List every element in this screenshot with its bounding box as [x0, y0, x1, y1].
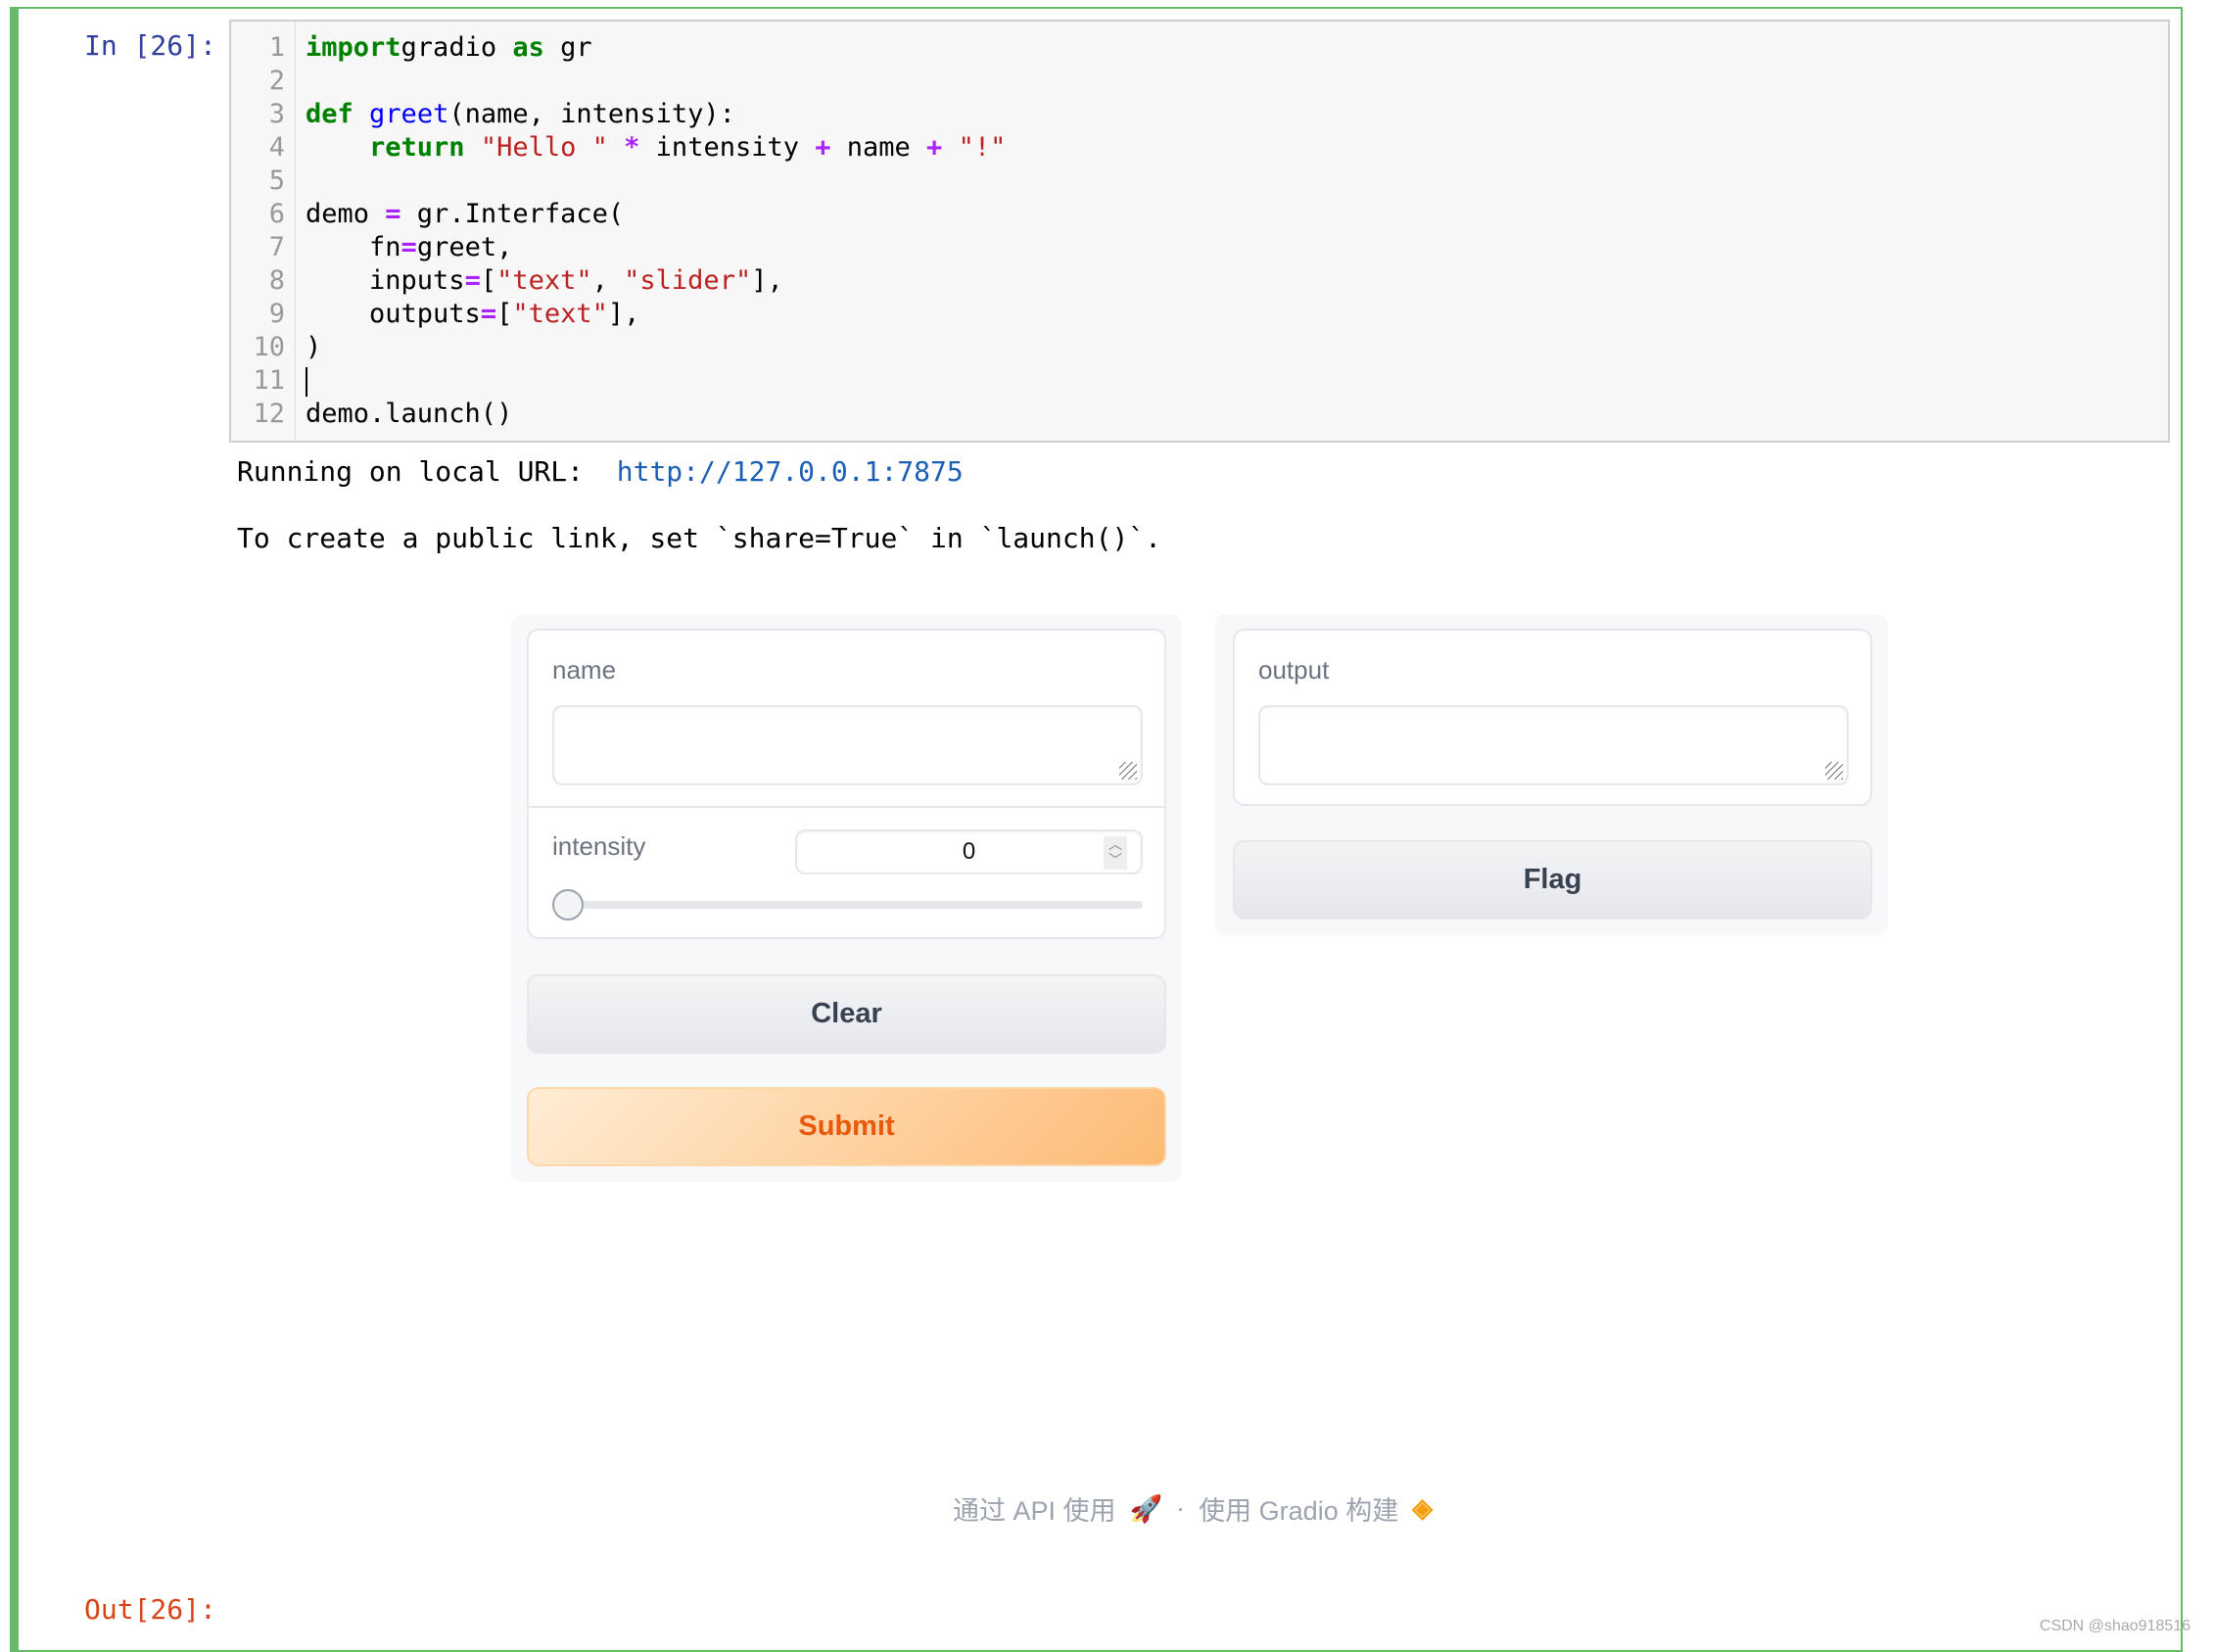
resize-handle-icon[interactable] — [1119, 762, 1137, 779]
resize-handle-icon[interactable] — [1825, 762, 1843, 779]
line-number-gutter: 1 2 3 4 5 6 7 8 9 10 11 12 — [231, 22, 296, 441]
divider — [529, 806, 1164, 808]
code-line: outputs=["text"], — [306, 299, 640, 329]
code-line — [306, 364, 307, 398]
code-line: demo.launch() — [306, 399, 513, 429]
code-line: importgradio as gr — [306, 32, 592, 63]
line-number: 5 — [268, 165, 285, 196]
output-url-label: Running on local URL: — [237, 455, 617, 488]
gradio-logo-icon: ◈ — [1412, 1493, 1433, 1523]
line-number: 9 — [268, 299, 285, 329]
line-number: 1 — [268, 32, 285, 63]
line-number: 12 — [253, 399, 285, 429]
flag-button[interactable]: Flag — [1233, 840, 1872, 920]
line-number: 8 — [268, 265, 285, 296]
intensity-label: intensity — [552, 831, 646, 861]
spinner-arrows-icon[interactable]: ︿ ﹀ — [1104, 836, 1127, 870]
code-line: fn=greet, — [306, 232, 513, 262]
footer-separator: · — [1176, 1493, 1186, 1523]
line-number: 2 — [268, 66, 285, 96]
watermark: CSDN @shao918516 — [2039, 1618, 2190, 1634]
clear-button[interactable]: Clear — [527, 974, 1166, 1054]
gradio-footer: 通过 API 使用 🚀 · 使用 Gradio 构建 ◈ — [0, 1489, 2214, 1528]
inputs-block: name intensity 0 ︿ ﹀ — [527, 629, 1166, 939]
line-number: 11 — [253, 365, 285, 396]
share-hint: To create a public link, set `share=True… — [237, 522, 1162, 554]
slider-thumb[interactable] — [552, 889, 584, 920]
intensity-value: 0 — [962, 838, 976, 865]
output-prompt: Out[26]: — [84, 1593, 216, 1626]
output-textarea[interactable] — [1258, 705, 1849, 785]
submit-button[interactable]: Submit — [527, 1087, 1166, 1166]
local-url-link[interactable]: http://127.0.0.1:7875 — [617, 455, 964, 488]
line-number: 4 — [268, 132, 285, 163]
name-textarea[interactable] — [552, 705, 1143, 785]
output-block: output — [1233, 629, 1872, 806]
code-line: inputs=["text", "slider"], — [306, 265, 783, 296]
line-number: 3 — [268, 99, 285, 129]
code-line: ) — [306, 332, 322, 362]
text-cursor — [306, 366, 307, 397]
rocket-icon: 🚀 — [1129, 1493, 1163, 1524]
output-label: output — [1258, 655, 1330, 684]
intensity-slider[interactable] — [552, 901, 1143, 909]
input-prompt: In [26]: — [84, 29, 216, 62]
code-editor[interactable]: 1 2 3 4 5 6 7 8 9 10 11 12 importgradio as gr def gr… — [229, 20, 2170, 443]
line-number: 10 — [253, 332, 285, 362]
code-line: def greet(name, intensity): — [306, 99, 735, 129]
code-line: return "Hello " * intensity + name + "!" — [369, 132, 1007, 163]
intensity-number-input[interactable]: 0 ︿ ﹀ — [795, 829, 1143, 874]
output-url-line: Running on local URL: http://127.0.0.1:7… — [237, 455, 964, 488]
line-number: 6 — [268, 199, 285, 229]
name-label: name — [552, 655, 617, 684]
use-via-api-link[interactable]: 通过 API 使用 — [953, 1489, 1116, 1528]
built-with-gradio-link[interactable]: 使用 Gradio 构建 — [1199, 1489, 1398, 1528]
line-number: 7 — [268, 232, 285, 262]
code-line: demo = gr.Interface( — [306, 199, 625, 229]
